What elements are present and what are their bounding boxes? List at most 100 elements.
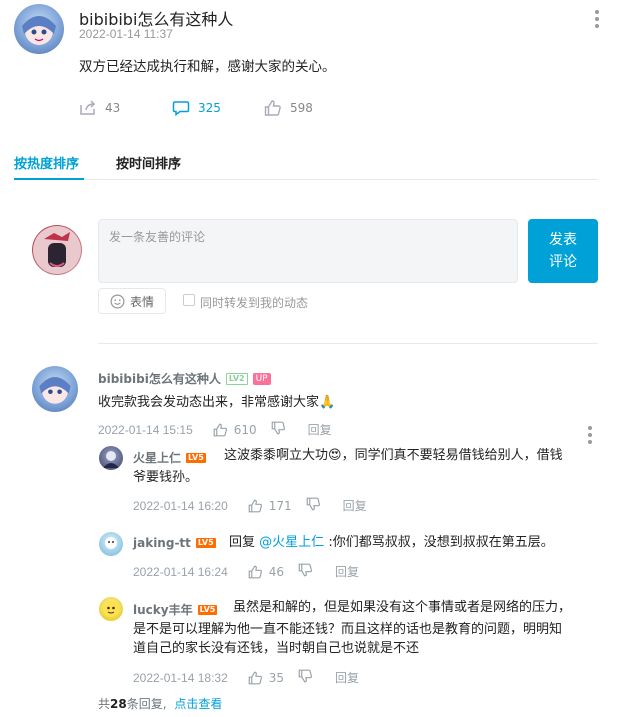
tab-sort-by-hot[interactable]: 按热度排序 bbox=[14, 153, 79, 172]
share-count: 43 bbox=[105, 101, 121, 115]
reply-header: 火星上仁 LV5 bbox=[133, 449, 206, 466]
reply-user-avatar[interactable] bbox=[99, 597, 123, 621]
avatar-illustration bbox=[39, 377, 71, 404]
reply-reply-button[interactable]: 回复 bbox=[335, 669, 359, 686]
avatar-illustration bbox=[22, 16, 56, 45]
share-icon bbox=[80, 100, 96, 115]
reply-time: 2022-01-14 18:32 bbox=[133, 670, 228, 685]
avatar-illustration bbox=[33, 226, 81, 274]
reply-like-button[interactable]: 46 bbox=[248, 565, 284, 579]
reply-dislike-button[interactable] bbox=[298, 563, 313, 580]
smiley-icon bbox=[110, 294, 125, 308]
comment-dislike-button[interactable] bbox=[271, 421, 286, 438]
emoji-button-label: 表情 bbox=[129, 294, 154, 309]
emoji-button[interactable]: 表情 bbox=[98, 288, 166, 314]
comment-user-avatar[interactable] bbox=[32, 366, 78, 412]
post-time: 2022-01-14 11:37 bbox=[79, 27, 173, 41]
reply-text-body: :你们都骂叔叔，没想到叔叔在第五层。 bbox=[328, 535, 554, 550]
reply-like-count: 46 bbox=[268, 564, 285, 579]
more-options-icon[interactable] bbox=[595, 10, 599, 28]
mention-link[interactable]: @火星上仁 bbox=[259, 535, 324, 550]
thumbs-down-icon bbox=[298, 669, 313, 683]
reply-like-button[interactable]: 171 bbox=[248, 499, 292, 513]
post-comment-label-line1: 发表 bbox=[549, 232, 577, 248]
composer-divider bbox=[98, 343, 598, 344]
reply-text-body: ，同学们真不要轻易借钱给别人，借钱 bbox=[341, 448, 563, 463]
comment-like-button[interactable]: 610 bbox=[213, 423, 257, 437]
thumbs-up-icon bbox=[213, 423, 227, 436]
heart-eyes-emoji-icon: 😍 bbox=[328, 448, 342, 463]
comment-like-count: 610 bbox=[233, 422, 257, 437]
avatar-illustration bbox=[103, 601, 119, 617]
reply-prefix: 回复 bbox=[229, 535, 256, 550]
avatar-illustration bbox=[103, 451, 119, 468]
comment-text: 收完款我会发动态出来，非常感谢大家🙏 bbox=[98, 392, 335, 414]
reply-text-line: 虽然是和解的，但是如果没有这个事情或者是网络的压力， bbox=[233, 600, 572, 615]
like-button[interactable]: 598 bbox=[264, 100, 313, 116]
comment-icon bbox=[172, 101, 190, 116]
reply-reply-button[interactable]: 回复 bbox=[343, 497, 367, 514]
comment-header: bibibibi怎么有这种人 LV2 UP bbox=[98, 370, 271, 387]
thumbs-up-icon bbox=[248, 565, 262, 578]
post-text: 双方已经达成执行和解，感谢大家的关心。 bbox=[79, 59, 336, 75]
reply-meta: 2022-01-14 16:20 171 回复 bbox=[133, 497, 367, 514]
current-user-avatar[interactable] bbox=[32, 225, 82, 275]
reply-count-suffix: 条回复, bbox=[126, 697, 167, 711]
tab-sort-by-time[interactable]: 按时间排序 bbox=[116, 153, 181, 172]
comment-count: 325 bbox=[198, 101, 221, 115]
reply-text-line: 这波黍黍啊立大功😍，同学们真不要轻易借钱给别人，借钱 bbox=[224, 445, 563, 467]
reply-meta: 2022-01-14 18:32 35 回复 bbox=[133, 669, 359, 686]
reply-username[interactable]: 火星上仁 bbox=[133, 449, 181, 466]
up-badge: UP bbox=[252, 372, 271, 385]
reply-dislike-button[interactable] bbox=[298, 669, 313, 686]
thumbs-down-icon bbox=[271, 421, 285, 435]
reply-text-line: 道自己的家长没有还钱，当时朝自己也说就是不还 bbox=[133, 641, 420, 656]
reply-header: jaking-tt LV5 bbox=[133, 536, 216, 550]
reply-text-line: 爷要钱孙。 bbox=[133, 470, 199, 485]
forward-to-dynamic-label[interactable]: 同时转发到我的动态 bbox=[200, 294, 308, 311]
pray-emoji-icon: 🙏 bbox=[319, 395, 336, 410]
reply-username[interactable]: lucky丰年 bbox=[133, 601, 193, 618]
reply-meta: 2022-01-14 16:24 46 回复 bbox=[133, 563, 359, 580]
comment-button[interactable]: 325 bbox=[172, 100, 221, 116]
post-comment-label-line2: 评论 bbox=[549, 254, 577, 270]
reply-text-body: 这波黍黍啊立大功 bbox=[224, 448, 329, 463]
avatar-illustration bbox=[105, 537, 117, 549]
reply-time: 2022-01-14 16:20 bbox=[133, 498, 228, 513]
thumbs-up-icon bbox=[248, 671, 262, 684]
reply-like-button[interactable]: 35 bbox=[248, 671, 284, 685]
active-tab-indicator bbox=[14, 178, 84, 180]
reply-time: 2022-01-14 16:24 bbox=[133, 564, 228, 579]
thumbs-up-icon bbox=[264, 100, 281, 116]
comment-placeholder: 发一条友善的评论 bbox=[109, 230, 206, 244]
view-all-replies-link[interactable]: 点击查看 bbox=[174, 697, 222, 711]
reply-user-avatar[interactable] bbox=[99, 446, 123, 470]
reply-reply-button[interactable]: 回复 bbox=[335, 563, 359, 580]
comment-username[interactable]: bibibibi怎么有这种人 bbox=[98, 370, 221, 387]
reply-count-footer: 共28条回复, 点击查看 bbox=[98, 695, 222, 712]
reply-header: lucky丰年 LV5 bbox=[133, 601, 218, 618]
reply-dislike-button[interactable] bbox=[306, 497, 321, 514]
comment-more-options-icon[interactable] bbox=[588, 426, 592, 444]
comment-meta: 2022-01-14 15:15 610 回复 bbox=[98, 421, 332, 438]
comment-reply-button[interactable]: 回复 bbox=[308, 421, 332, 438]
thumbs-down-icon bbox=[298, 563, 313, 577]
reply-count-prefix: 共 bbox=[98, 697, 111, 711]
reply-user-avatar[interactable] bbox=[99, 532, 123, 556]
level-badge: LV2 bbox=[225, 372, 248, 385]
reply-username[interactable]: jaking-tt bbox=[133, 536, 191, 550]
post-comment-button[interactable]: 发表 评论 bbox=[528, 219, 598, 283]
share-button[interactable]: 43 bbox=[79, 100, 120, 116]
thumbs-up-icon bbox=[248, 499, 262, 512]
level-badge: LV5 bbox=[186, 452, 206, 463]
thumbs-down-icon bbox=[306, 497, 320, 511]
reply-like-count: 171 bbox=[268, 498, 292, 513]
author-avatar[interactable] bbox=[14, 4, 64, 54]
reply-text-line: 回复 @火星上仁 :你们都骂叔叔，没想到叔叔在第五层。 bbox=[229, 532, 554, 554]
comment-text-body: 收完款我会发动态出来，非常感谢大家 bbox=[98, 395, 320, 410]
level-badge: LV5 bbox=[197, 604, 218, 615]
forward-to-dynamic-checkbox[interactable] bbox=[183, 294, 195, 306]
reply-like-count: 35 bbox=[268, 670, 285, 685]
like-count: 598 bbox=[290, 101, 313, 115]
comment-textarea[interactable]: 发一条友善的评论 bbox=[98, 219, 518, 283]
